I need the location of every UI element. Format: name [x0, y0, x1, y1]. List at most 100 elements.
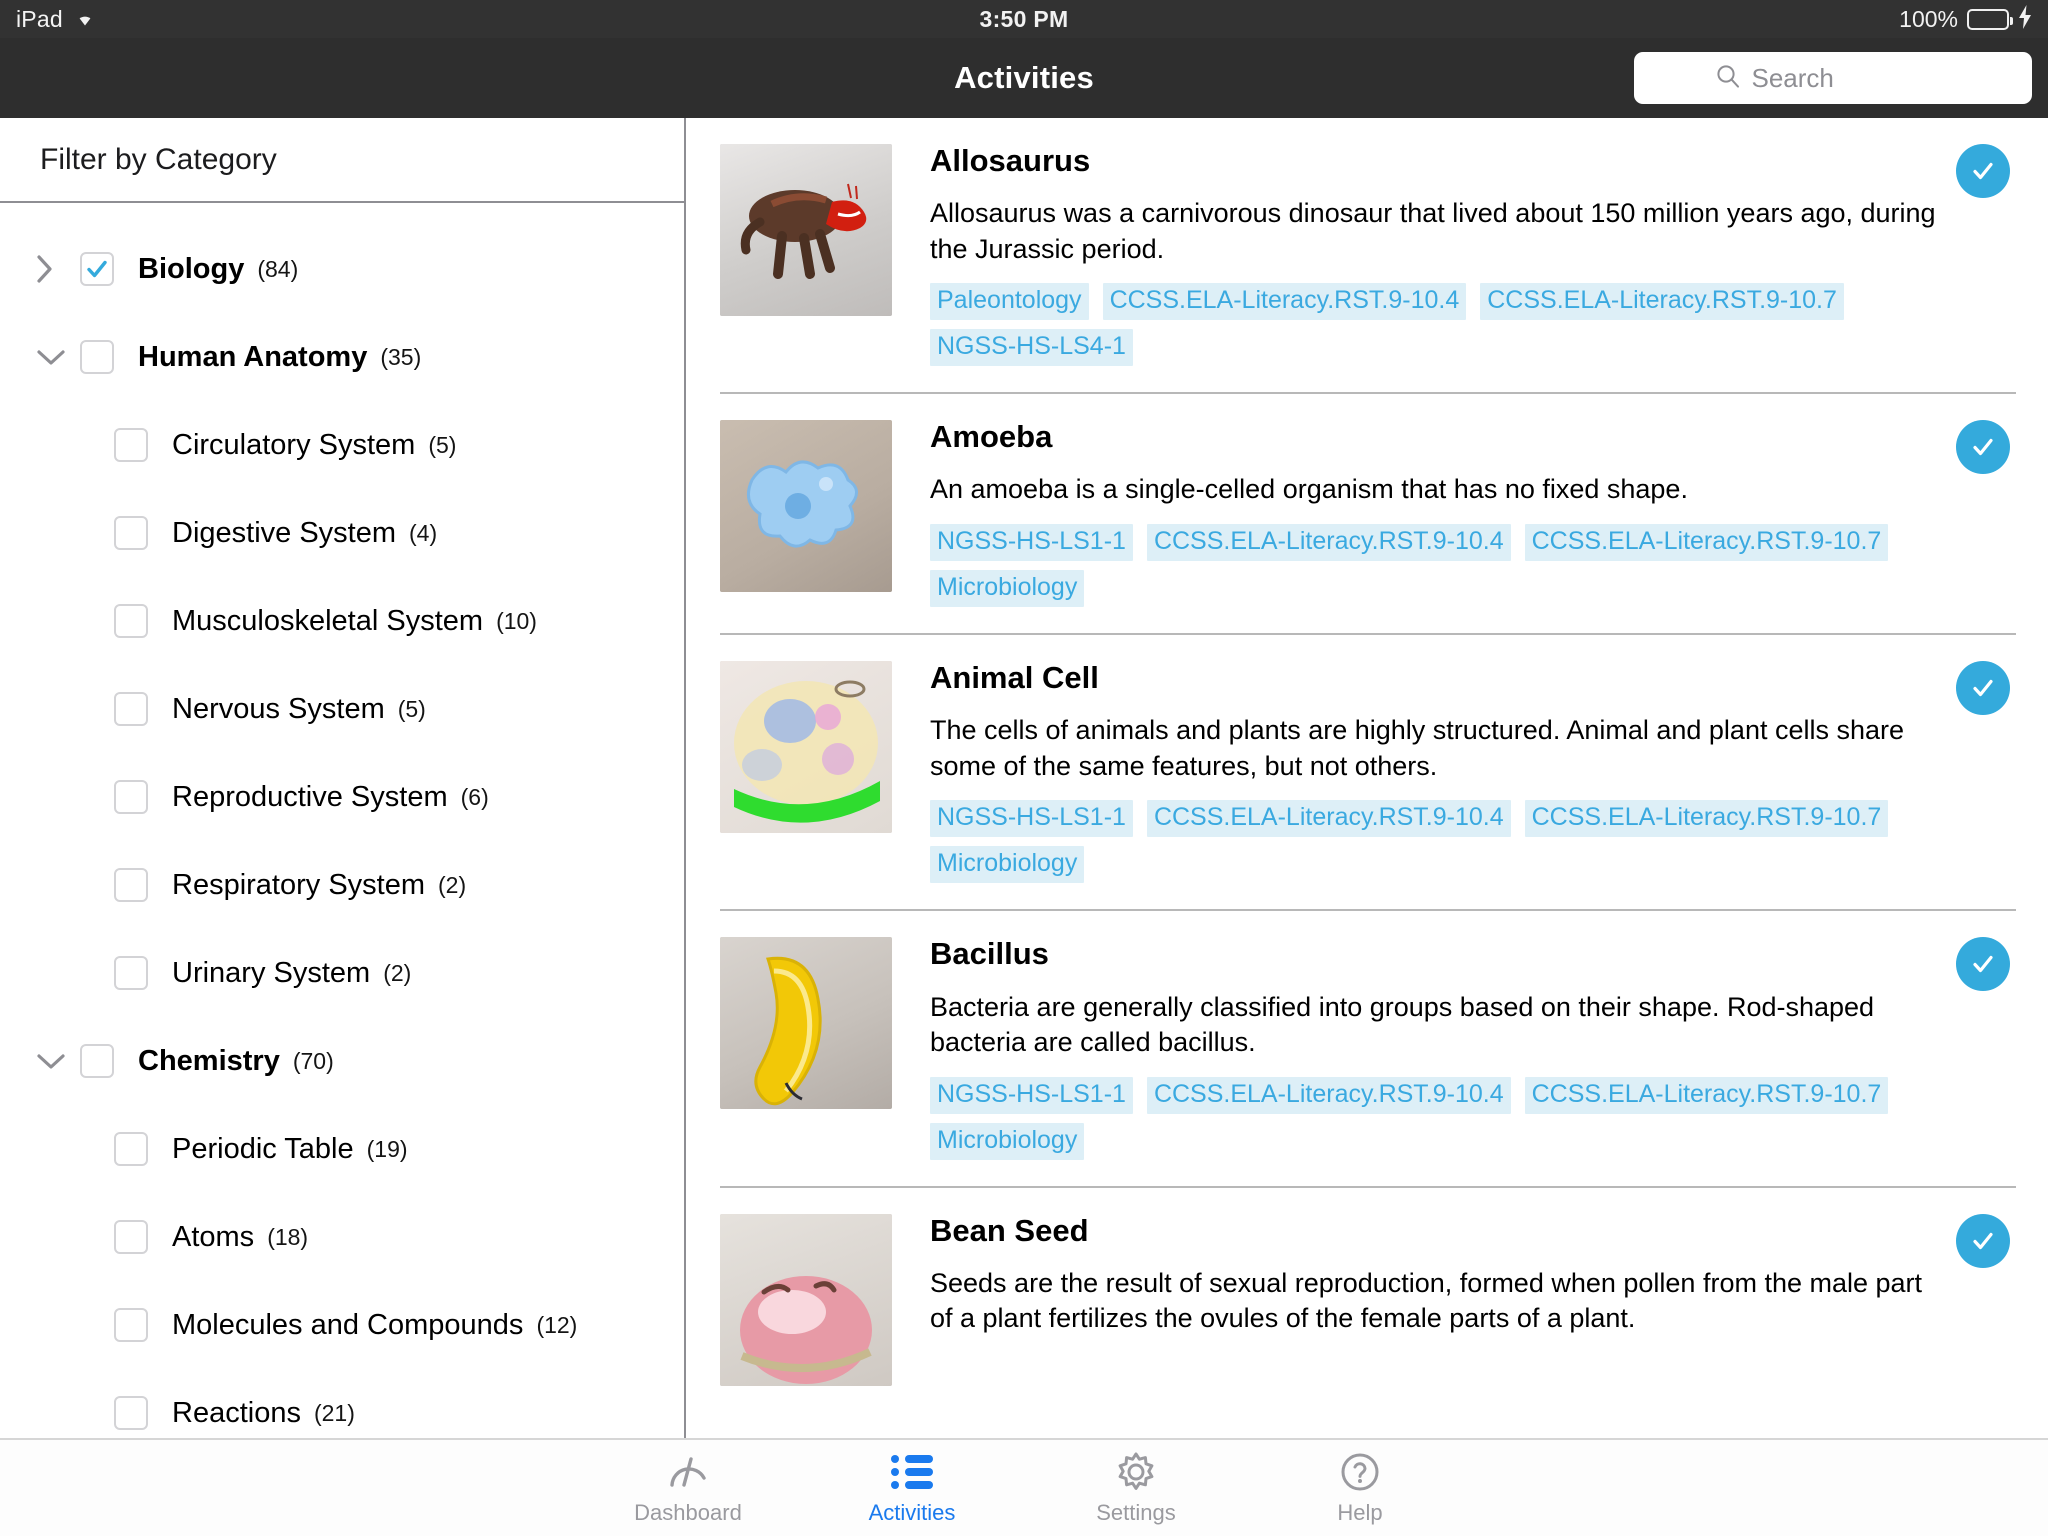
filter-label: Biology [138, 252, 245, 285]
standard-tag[interactable]: NGSS-HS-LS1-1 [930, 1076, 1133, 1114]
checkbox-box[interactable] [114, 956, 148, 990]
search-input[interactable] [1751, 62, 1952, 94]
standard-tag[interactable]: CCSS.ELA-Literacy.RST.9-10.7 [1524, 1076, 1889, 1114]
filter-row[interactable]: Periodic Table (19) [0, 1105, 684, 1193]
tab-dashboard[interactable]: Dashboard [576, 1451, 800, 1526]
filter-checkbox[interactable] [114, 428, 172, 462]
filter-row[interactable]: Respiratory System (2) [0, 841, 684, 929]
filter-checkbox[interactable] [114, 604, 172, 638]
standard-tag[interactable]: NGSS-HS-LS1-1 [930, 800, 1133, 838]
filter-checkbox[interactable] [80, 1044, 138, 1078]
filter-row[interactable]: Atoms (18) [0, 1193, 684, 1281]
checkbox-box[interactable] [114, 516, 148, 550]
search-field[interactable] [1634, 52, 2032, 104]
filter-checkbox[interactable] [114, 692, 172, 726]
checkbox-box[interactable] [114, 1220, 148, 1254]
checkbox-box[interactable] [114, 604, 148, 638]
filter-row[interactable]: Reactions (21) [0, 1369, 684, 1438]
standard-tag[interactable]: CCSS.ELA-Literacy.RST.9-10.4 [1146, 524, 1511, 562]
filter-row[interactable]: Chemistry (70) [0, 1017, 684, 1105]
filter-checkbox[interactable] [114, 516, 172, 550]
standard-tag[interactable]: Microbiology [930, 1122, 1085, 1160]
filter-row[interactable]: Musculoskeletal System (10) [0, 577, 684, 665]
checkbox-box[interactable] [114, 428, 148, 462]
chevron-right-icon[interactable] [34, 252, 80, 286]
activity-description: Seeds are the result of sexual reproduct… [930, 1267, 1923, 1334]
filter-checkbox[interactable] [114, 780, 172, 814]
activity-card[interactable]: Bean Seed Seeds are the result of sexual … [720, 1185, 2016, 1386]
checkbox-box[interactable] [80, 340, 114, 374]
activity-selected-badge[interactable] [1956, 661, 2010, 716]
list-icon [890, 1451, 934, 1493]
filter-count: (18) [267, 1223, 309, 1250]
tab-label: Activities [868, 1499, 956, 1525]
checkbox-box[interactable] [114, 868, 148, 902]
activities-list[interactable]: Allosaurus Allosaurus was a carnivorous d… [686, 118, 2048, 1438]
filter-row[interactable]: Digestive System (4) [0, 489, 684, 577]
standard-tag[interactable]: NGSS-HS-LS1-1 [930, 524, 1133, 562]
filter-checkbox[interactable] [80, 340, 138, 374]
filter-checkbox[interactable] [114, 868, 172, 902]
standard-tag[interactable]: Paleontology [930, 283, 1089, 321]
filter-row[interactable]: Biology (84) [0, 225, 684, 313]
filter-count: (6) [460, 783, 489, 810]
filter-label: Respiratory System [172, 868, 426, 901]
standard-tag[interactable]: CCSS.ELA-Literacy.RST.9-10.4 [1146, 800, 1511, 838]
filter-label: Nervous System [172, 692, 385, 725]
tab-help[interactable]: Help [1248, 1451, 1472, 1526]
standard-tag[interactable]: CCSS.ELA-Literacy.RST.9-10.4 [1146, 1076, 1511, 1114]
activity-selected-badge[interactable] [1956, 420, 2010, 475]
filter-label: Urinary System [172, 956, 371, 989]
activity-card-body: Allosaurus Allosaurus was a carnivorous d… [930, 143, 2016, 392]
activity-title: Animal Cell [930, 660, 1099, 696]
checkbox-box[interactable] [114, 1308, 148, 1342]
activity-title: Allosaurus [930, 143, 1091, 178]
activity-card[interactable]: Bacillus Bacteria are generally classifie… [720, 909, 2016, 1185]
activity-selected-badge[interactable] [1956, 1213, 2010, 1268]
activity-card[interactable]: Allosaurus Allosaurus was a carnivorous d… [720, 118, 2016, 392]
filter-row[interactable]: Human Anatomy (35) [0, 313, 684, 401]
standard-tag[interactable]: Microbiology [930, 570, 1085, 608]
status-bar: iPad 3:50 PM 100% [0, 0, 2048, 38]
filter-row[interactable]: Circulatory System (5) [0, 401, 684, 489]
standard-tag[interactable]: Microbiology [930, 846, 1085, 884]
standard-tag[interactable]: CCSS.ELA-Literacy.RST.9-10.7 [1480, 283, 1844, 321]
activity-tags: Paleontology CCSS.ELA-Literacy.RST.9-10.4… [930, 283, 1936, 392]
filter-checkbox[interactable] [114, 1220, 172, 1254]
activity-card[interactable]: Amoeba An amoeba is a single-celled organ… [720, 392, 2016, 633]
chevron-down-icon[interactable] [34, 346, 80, 368]
filter-checkbox[interactable] [114, 1396, 172, 1430]
activity-description: Bacteria are generally classified into g… [930, 991, 1875, 1058]
checkbox-box[interactable] [80, 252, 114, 286]
tab-activities[interactable]: Activities [800, 1451, 1024, 1526]
filter-row[interactable]: Molecules and Compounds (12) [0, 1281, 684, 1369]
filter-checkbox[interactable] [80, 252, 138, 286]
filter-row[interactable]: Urinary System (2) [0, 929, 684, 1017]
chevron-down-icon[interactable] [34, 1050, 80, 1072]
checkbox-box[interactable] [114, 780, 148, 814]
standard-tag[interactable]: CCSS.ELA-Literacy.RST.9-10.7 [1524, 524, 1889, 562]
filter-checkbox[interactable] [114, 1132, 172, 1166]
standard-tag[interactable]: CCSS.ELA-Literacy.RST.9-10.7 [1524, 800, 1889, 838]
checkbox-box[interactable] [80, 1044, 114, 1078]
wifi-icon [73, 6, 97, 33]
filter-row[interactable]: Nervous System (5) [0, 665, 684, 753]
checkbox-box[interactable] [114, 1396, 148, 1430]
amoeba-thumbnail [720, 420, 892, 593]
filter-checkbox[interactable] [114, 1308, 172, 1342]
standard-tag[interactable]: CCSS.ELA-Literacy.RST.9-10.4 [1102, 283, 1467, 321]
filter-count: (2) [383, 959, 412, 986]
standard-tag[interactable]: NGSS-HS-LS4-1 [930, 329, 1133, 367]
filter-checkbox[interactable] [114, 956, 172, 990]
filter-category-list[interactable]: Biology (84) Human Anatomy (35) Circulatory … [0, 203, 684, 1438]
filter-row[interactable]: Reproductive System (6) [0, 753, 684, 841]
filter-label: Molecules and Compounds [172, 1308, 524, 1341]
tab-settings[interactable]: Settings [1024, 1451, 1248, 1526]
activity-selected-badge[interactable] [1956, 144, 2010, 198]
checkbox-box[interactable] [114, 692, 148, 726]
bottom-tab-bar[interactable]: Dashboard Activities Settings Help [0, 1438, 2048, 1536]
activity-card[interactable]: Animal Cell The cells of animals and plan… [720, 633, 2016, 909]
activity-title: Bean Seed [930, 1212, 1089, 1248]
filter-count: (2) [438, 871, 467, 898]
checkbox-box[interactable] [114, 1132, 148, 1166]
